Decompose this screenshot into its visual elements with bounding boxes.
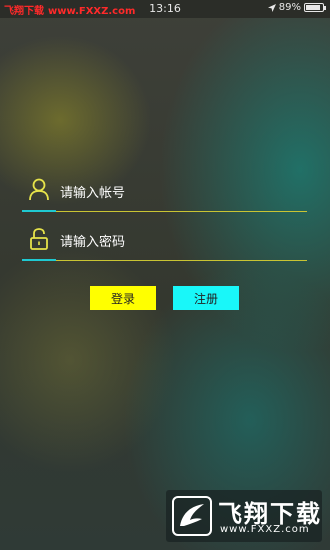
password-underline bbox=[22, 260, 307, 261]
battery-icon bbox=[304, 3, 326, 12]
status-right: 89% bbox=[267, 2, 326, 13]
watermark-banner: 飞翔下载 www.FXXZ.com bbox=[166, 490, 322, 542]
account-underline-accent bbox=[22, 210, 56, 212]
account-placeholder: 请输入帐号 bbox=[60, 186, 126, 201]
login-button[interactable]: 登录 bbox=[90, 286, 156, 310]
password-underline-accent bbox=[22, 259, 56, 261]
lock-icon bbox=[30, 228, 48, 250]
battery-fill bbox=[306, 5, 321, 10]
location-arrow-icon bbox=[267, 3, 276, 12]
user-icon bbox=[29, 178, 49, 201]
background bbox=[0, 0, 330, 550]
battery-percent: 89% bbox=[278, 2, 301, 13]
status-bar: 飞翔下载 www.FXXZ.com 13:16 89% bbox=[0, 0, 330, 18]
password-field[interactable]: 请输入密码 bbox=[22, 227, 307, 261]
password-placeholder: 请输入密码 bbox=[60, 235, 126, 250]
register-button[interactable]: 注册 bbox=[173, 286, 239, 310]
fxxz-logo bbox=[172, 496, 212, 536]
account-field[interactable]: 请输入帐号 bbox=[22, 178, 307, 212]
account-underline bbox=[22, 211, 307, 212]
watermark-url: www.FXXZ.com bbox=[220, 524, 310, 535]
